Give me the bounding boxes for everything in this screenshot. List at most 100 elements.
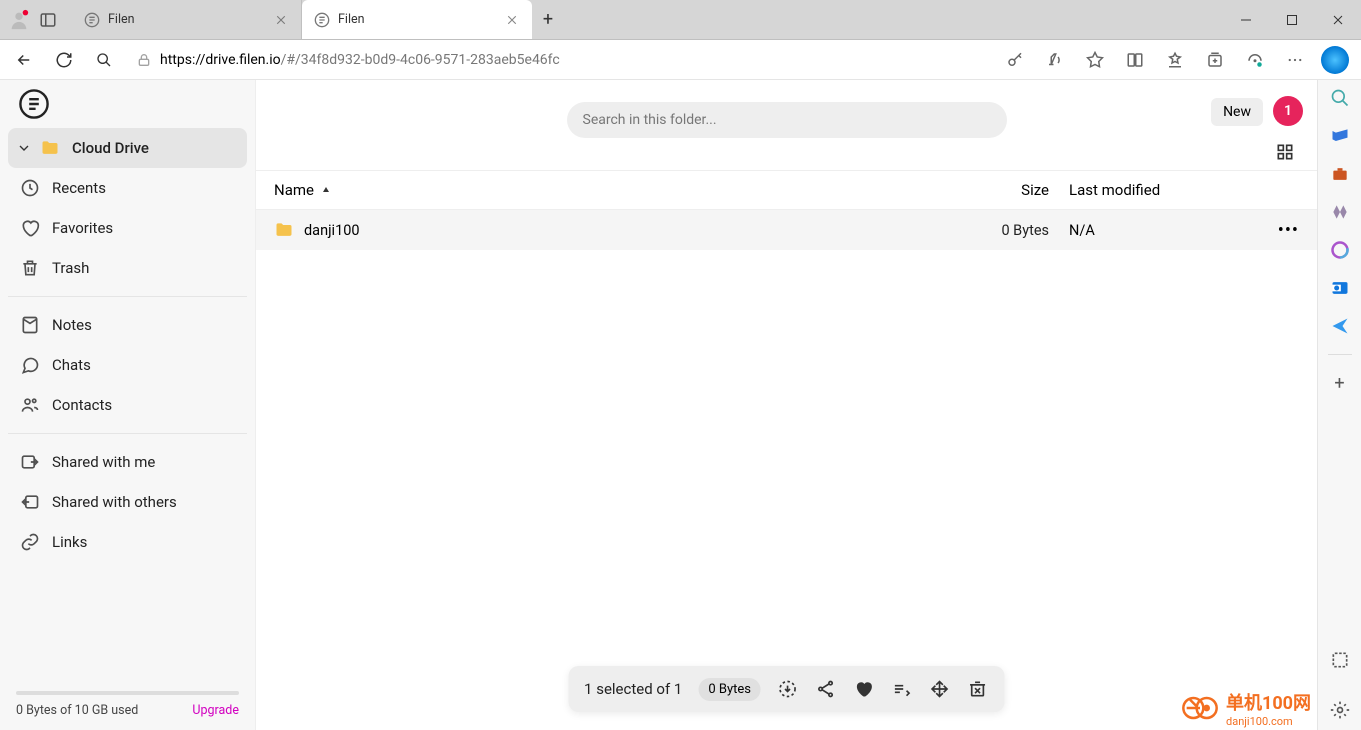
clock-icon [20, 178, 40, 198]
main-panel: Search in this folder... New 1 Name Size… [256, 80, 1317, 730]
download-icon[interactable] [777, 678, 799, 700]
sidebar-item-label: Chats [52, 356, 91, 374]
browser-addressbar: https://drive.filen.io/#/34f8d932-b0d9-4… [0, 40, 1361, 80]
column-size[interactable]: Size [969, 181, 1069, 199]
edge-search-icon[interactable] [1330, 88, 1350, 108]
sidebar-item-label: Links [52, 533, 87, 551]
sidebar-item-label: Trash [52, 259, 89, 277]
sidebar-item-label: Shared with others [52, 493, 177, 511]
tab-actions-icon[interactable] [38, 10, 58, 30]
chat-icon [20, 355, 40, 375]
sidebar-item-label: Notes [52, 316, 92, 334]
sidebar-item-notes[interactable]: Notes [8, 305, 247, 345]
url-text: https://drive.filen.io/#/34f8d932-b0d9-4… [160, 52, 560, 68]
nav-refresh-button[interactable] [48, 44, 80, 76]
copilot-icon[interactable] [1317, 44, 1353, 76]
tab-title: Filen [108, 12, 135, 27]
selection-size-badge: 0 Bytes [698, 678, 761, 701]
close-tab-icon[interactable] [273, 12, 289, 28]
file-size: 0 Bytes [969, 222, 1069, 239]
settings-menu-icon[interactable] [1277, 44, 1313, 76]
edge-settings-icon[interactable] [1330, 700, 1350, 720]
column-name[interactable]: Name [274, 181, 969, 199]
folder-icon [274, 220, 294, 240]
sidebar-item-contacts[interactable]: Contacts [8, 385, 247, 425]
column-headers: Name Size Last modified [256, 170, 1317, 210]
sidebar-item-cloud-drive[interactable]: Cloud Drive [8, 128, 247, 168]
edge-outlook-icon[interactable] [1330, 278, 1350, 298]
storage-quota-bar [16, 691, 239, 695]
passwords-icon[interactable] [997, 44, 1033, 76]
performance-icon[interactable] [1237, 44, 1273, 76]
filen-favicon-icon [84, 12, 100, 28]
browser-tab[interactable]: Filen [72, 0, 302, 39]
app-sidebar: Cloud Drive Recents Favorites Trash Note… [0, 80, 256, 730]
move-icon[interactable] [929, 678, 951, 700]
browser-sidebar: + [1317, 80, 1361, 730]
edge-office-icon[interactable] [1330, 240, 1350, 260]
window-maximize-button[interactable] [1269, 0, 1315, 40]
profile-icon[interactable] [8, 9, 30, 31]
new-tab-button[interactable]: + [532, 0, 564, 39]
nav-back-button[interactable] [8, 44, 40, 76]
share-icon[interactable] [815, 678, 837, 700]
file-row[interactable]: danji100 0 Bytes N/A ••• [256, 210, 1317, 250]
sidebar-item-label: Favorites [52, 219, 113, 237]
favorite-icon[interactable] [1077, 44, 1113, 76]
edge-tools-icon[interactable] [1330, 164, 1350, 184]
watermark: 单机100网 danji100.com [1180, 688, 1311, 728]
selection-count: 1 selected of 1 [584, 680, 682, 698]
edge-games-icon[interactable] [1330, 202, 1350, 222]
browser-titlebar: Filen Filen + [0, 0, 1361, 40]
search-input[interactable]: Search in this folder... [567, 102, 1007, 138]
filen-favicon-icon [314, 12, 330, 28]
new-button[interactable]: New [1211, 98, 1263, 126]
link-icon [20, 532, 40, 552]
sidebar-item-chats[interactable]: Chats [8, 345, 247, 385]
grid-view-icon[interactable] [1275, 142, 1295, 162]
window-minimize-button[interactable] [1223, 0, 1269, 40]
share-out-icon [20, 492, 40, 512]
edge-add-icon[interactable]: + [1334, 373, 1344, 394]
upgrade-link[interactable]: Upgrade [192, 703, 239, 718]
sidebar-item-links[interactable]: Links [8, 522, 247, 562]
sidebar-item-recents[interactable]: Recents [8, 168, 247, 208]
rename-icon[interactable] [891, 678, 913, 700]
site-info-icon[interactable] [136, 52, 152, 68]
browser-tab[interactable]: Filen [302, 0, 532, 39]
url-field[interactable]: https://drive.filen.io/#/34f8d932-b0d9-4… [128, 44, 989, 76]
file-name: danji100 [304, 222, 360, 239]
column-modified[interactable]: Last modified [1069, 181, 1299, 199]
row-more-icon[interactable]: ••• [1269, 220, 1299, 241]
favorites-bar-icon[interactable] [1157, 44, 1193, 76]
tab-title: Filen [338, 12, 365, 27]
window-close-button[interactable] [1315, 0, 1361, 40]
divider [8, 433, 247, 434]
storage-quota-text: 0 Bytes of 10 GB used [16, 703, 138, 718]
user-avatar[interactable]: 1 [1273, 96, 1303, 126]
favorite-action-icon[interactable] [853, 678, 875, 700]
sidebar-item-label: Cloud Drive [72, 139, 149, 157]
browser-tabs: Filen Filen + [72, 0, 1223, 39]
read-aloud-icon[interactable] [1037, 44, 1073, 76]
close-tab-icon[interactable] [504, 12, 520, 28]
sidebar-item-trash[interactable]: Trash [8, 248, 247, 288]
filen-logo-icon[interactable] [18, 88, 50, 120]
chevron-down-icon [16, 140, 32, 156]
edge-send-icon[interactable] [1330, 316, 1350, 336]
sort-asc-icon [320, 184, 332, 196]
edge-shopping-icon[interactable] [1330, 126, 1350, 146]
delete-icon[interactable] [967, 678, 989, 700]
sidebar-item-shared-with-me[interactable]: Shared with me [8, 442, 247, 482]
sidebar-item-favorites[interactable]: Favorites [8, 208, 247, 248]
edge-screenshot-icon[interactable] [1330, 650, 1350, 670]
trash-icon [20, 258, 40, 278]
sidebar-item-label: Recents [52, 179, 106, 197]
split-screen-icon[interactable] [1117, 44, 1153, 76]
folder-icon [40, 138, 60, 158]
divider [1328, 354, 1352, 355]
sidebar-item-shared-with-others[interactable]: Shared with others [8, 482, 247, 522]
collections-icon[interactable] [1197, 44, 1233, 76]
notes-icon [20, 315, 40, 335]
nav-search-button[interactable] [88, 44, 120, 76]
